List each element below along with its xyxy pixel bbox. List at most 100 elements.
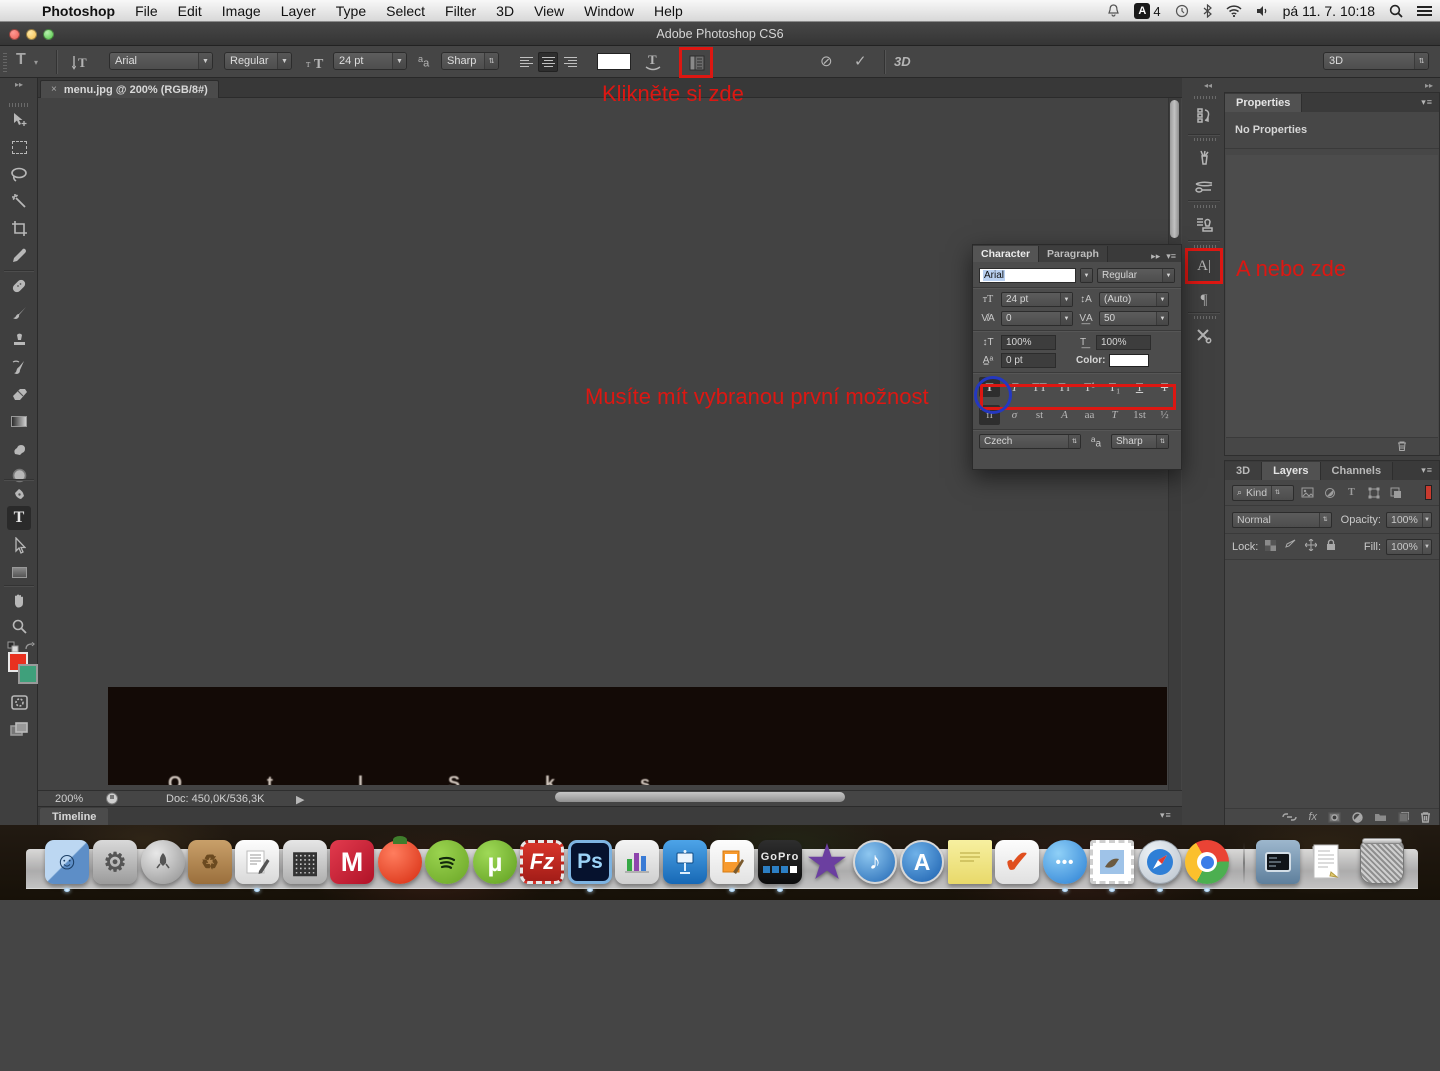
- layers-tab[interactable]: Layers: [1262, 462, 1320, 480]
- align-right-button[interactable]: [560, 52, 580, 72]
- menu-type[interactable]: Type: [326, 3, 376, 19]
- dock-safari-icon[interactable]: [1138, 840, 1182, 884]
- dock-launchpad-icon[interactable]: [141, 840, 185, 884]
- 3d-tab[interactable]: 3D: [1225, 462, 1262, 480]
- history-brush-tool[interactable]: [7, 355, 31, 379]
- filter-smart-objects-icon[interactable]: [1387, 485, 1404, 500]
- pen-tool[interactable]: [7, 483, 31, 507]
- fill-field[interactable]: 100%▼: [1386, 539, 1432, 555]
- workspace-select[interactable]: 3D⇅: [1323, 52, 1429, 70]
- filter-adjustment-layers-icon[interactable]: [1321, 485, 1338, 500]
- path-selection-tool[interactable]: [7, 533, 31, 557]
- add-mask-icon[interactable]: [1328, 812, 1341, 823]
- tools-grip[interactable]: [9, 103, 29, 107]
- options-bar-grip[interactable]: [3, 53, 7, 73]
- eyedropper-tool[interactable]: [7, 243, 31, 267]
- menu-help[interactable]: Help: [644, 3, 693, 19]
- dock-trash-icon[interactable]: [1360, 840, 1404, 884]
- rectangle-shape-tool[interactable]: [7, 560, 31, 584]
- vertical-scrollbar-thumb[interactable]: [1170, 100, 1179, 238]
- filter-kind-select[interactable]: ⌕ Kind⇅: [1232, 485, 1294, 501]
- move-tool[interactable]: [7, 108, 31, 132]
- document-tab[interactable]: × menu.jpg @ 200% (RGB/8#): [40, 80, 219, 98]
- zoom-window-button[interactable]: [43, 29, 54, 40]
- background-color-swatch[interactable]: [18, 664, 38, 684]
- menu-3d[interactable]: 3D: [486, 3, 524, 19]
- anti-alias-select[interactable]: Sharp⇅: [441, 52, 499, 70]
- zoom-tool[interactable]: [7, 614, 31, 638]
- character-font-style-select[interactable]: Regular▼: [1097, 268, 1175, 283]
- dock-terminal-folder-icon[interactable]: [1256, 840, 1300, 884]
- dock-mail-icon[interactable]: [1090, 840, 1134, 884]
- menubar-clock[interactable]: pá 11. 7. 10:18: [1283, 3, 1375, 19]
- lock-transparency-icon[interactable]: [1263, 540, 1278, 554]
- filter-pixel-layers-icon[interactable]: [1299, 485, 1316, 500]
- character-size-select[interactable]: 24 pt▼: [1001, 292, 1073, 307]
- layer-style-fx-icon[interactable]: fx: [1308, 811, 1317, 823]
- menu-view[interactable]: View: [524, 3, 574, 19]
- horizontal-scale-field[interactable]: 100%: [1096, 335, 1151, 350]
- window-title-bar[interactable]: Adobe Photoshop CS6: [0, 22, 1440, 46]
- magic-wand-tool[interactable]: [7, 189, 31, 213]
- horizontal-scrollbar-thumb[interactable]: [555, 792, 845, 802]
- brush-panel-icon[interactable]: [1188, 143, 1220, 173]
- dock-numbers-icon[interactable]: [615, 840, 659, 884]
- menu-file[interactable]: File: [125, 3, 168, 19]
- menu-image[interactable]: Image: [212, 3, 271, 19]
- dock-gopro-icon[interactable]: GoPro: [758, 840, 802, 884]
- dock-itunes-icon[interactable]: ♪: [853, 840, 897, 884]
- dock-keynote-icon[interactable]: [663, 840, 707, 884]
- dock-calculator-icon[interactable]: ▦: [283, 840, 327, 884]
- brush-presets-panel-icon[interactable]: [1188, 172, 1220, 202]
- delete-layer-icon[interactable]: [1420, 811, 1431, 823]
- crop-tool[interactable]: [7, 216, 31, 240]
- collapse-dock-icon[interactable]: ◂◂: [1204, 81, 1212, 90]
- 3d-text-button[interactable]: 3D: [894, 54, 911, 69]
- clone-source-panel-icon[interactable]: [1188, 210, 1220, 240]
- character-font-family-input[interactable]: Arial: [979, 268, 1076, 283]
- paragraph-tab[interactable]: Paragraph: [1039, 246, 1108, 262]
- kerning-select[interactable]: 0▼: [1001, 311, 1073, 326]
- dock-pomodoro-icon[interactable]: [378, 840, 422, 884]
- minimize-window-button[interactable]: [26, 29, 37, 40]
- filter-type-layers-icon[interactable]: T: [1343, 485, 1360, 500]
- screen-mode-button[interactable]: [7, 717, 31, 741]
- dock-pages-icon[interactable]: [710, 840, 754, 884]
- properties-menu-icon[interactable]: ▾≡: [1421, 97, 1439, 108]
- timeline-menu-icon[interactable]: ▾≡: [1160, 810, 1172, 821]
- dock-stickies-icon[interactable]: [948, 840, 992, 884]
- dock-finder-icon[interactable]: ☺: [45, 840, 89, 884]
- channels-tab[interactable]: Channels: [1321, 462, 1394, 480]
- collapse-panel-icon[interactable]: ▸▸: [1151, 251, 1160, 262]
- lock-pixels-icon[interactable]: [1283, 539, 1298, 554]
- commit-edits-button[interactable]: ✓: [854, 52, 867, 70]
- menu-layer[interactable]: Layer: [271, 3, 326, 19]
- lock-position-icon[interactable]: [1303, 539, 1318, 554]
- opacity-field[interactable]: 100%▼: [1386, 512, 1432, 528]
- link-layers-icon[interactable]: [1282, 812, 1297, 822]
- smudge-tool[interactable]: [7, 436, 31, 460]
- dock-clear-icon[interactable]: ✔: [995, 840, 1039, 884]
- dock-imovie-icon[interactable]: ★: [805, 840, 849, 884]
- character-antialias-select[interactable]: Sharp⇅: [1111, 434, 1169, 449]
- warp-text-button[interactable]: T: [642, 51, 664, 78]
- font-size-select[interactable]: 24 pt▼: [333, 52, 407, 70]
- menu-window[interactable]: Window: [574, 3, 644, 19]
- filter-shape-layers-icon[interactable]: [1365, 485, 1382, 500]
- lasso-tool[interactable]: [7, 162, 31, 186]
- menu-photoshop[interactable]: Photoshop: [32, 3, 125, 19]
- spotlight-search-icon[interactable]: [1389, 4, 1403, 18]
- zoom-level-field[interactable]: 200%: [55, 793, 83, 805]
- dock-messages-icon[interactable]: •••: [1043, 840, 1087, 884]
- character-color-swatch[interactable]: [1109, 354, 1149, 367]
- leading-select[interactable]: (Auto)▼: [1099, 292, 1169, 307]
- text-color-swatch[interactable]: [597, 53, 631, 70]
- wifi-icon[interactable]: [1226, 5, 1242, 17]
- status-menu-arrow-icon[interactable]: ▶: [296, 793, 304, 806]
- language-select[interactable]: Czech⇅: [979, 434, 1081, 449]
- menu-select[interactable]: Select: [376, 3, 435, 19]
- dock-utorrent-icon[interactable]: µ: [473, 840, 517, 884]
- volume-icon[interactable]: [1256, 5, 1269, 17]
- notification-center-icon[interactable]: [1417, 6, 1432, 16]
- dock-spotify-icon[interactable]: [425, 840, 469, 884]
